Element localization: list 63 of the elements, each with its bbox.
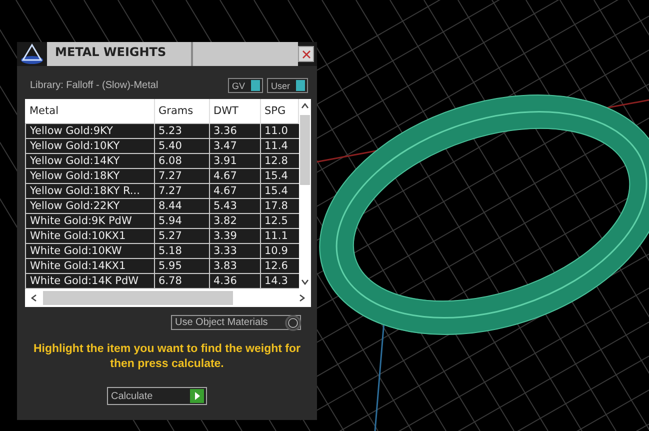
table-cell: White Gold:14KX1 [26,258,154,274]
calculate-button[interactable]: Calculate [107,387,207,405]
scroll-left-icon[interactable] [31,294,37,302]
table-cell: White Gold:10KW [26,244,154,258]
table-cell: Yellow Gold:18KY R... [26,184,154,198]
close-icon [302,50,310,58]
table-cell: 8.44 [154,198,209,214]
window-title: METAL WEIGHTS [47,42,193,66]
library-label: Library: Falloff - (Slow)-Metal [30,80,158,91]
table-cell: 12.5 [260,214,299,228]
table-cell: 6.78 [154,274,209,288]
table-cell: 14.3 [260,274,299,288]
table-cell: 5.94 [154,214,209,228]
column-header[interactable]: DWT [209,99,260,124]
instruction-text: Highlight the item you want to find the weight for then press calculate. [32,342,302,372]
table-cell: 4.67 [209,184,260,198]
table-cell: 3.83 [209,258,260,274]
table-cell: 3.91 [209,154,260,168]
table-cell: 3.47 [209,138,260,154]
table-cell: White Gold:10KX1 [26,228,154,244]
table-cell: 12.6 [260,258,299,274]
scroll-right-icon[interactable] [299,294,305,302]
play-icon [190,389,204,403]
close-button[interactable] [298,46,314,62]
table-cell: 3.36 [209,124,260,138]
table-cell: 11.1 [260,228,299,244]
table-cell: 15.4 [260,184,299,198]
table-cell: 5.23 [154,124,209,138]
table-cell: 12.8 [260,154,299,168]
table-cell: Yellow Gold:18KY [26,168,154,184]
table-cell: Yellow Gold:9KY [26,124,154,138]
pyramid-icon [19,43,45,65]
table-cell: 10.9 [260,244,299,258]
table-cell: 11.0 [260,124,299,138]
table-cell: 7.27 [154,184,209,198]
table-cell: 5.18 [154,244,209,258]
table-cell: 3.33 [209,244,260,258]
table-cell: White Gold:9K PdW [26,214,154,228]
table-cell: 4.67 [209,168,260,184]
table-cell: 3.39 [209,228,260,244]
table-cell: 15.4 [260,168,299,184]
table-cell: 4.36 [209,274,260,288]
table-cell: 5.27 [154,228,209,244]
table-cell: Yellow Gold:14KY [26,154,154,168]
column-header[interactable]: Grams [154,99,209,124]
table-cell: Yellow Gold:10KY [26,138,154,154]
toggle-button[interactable]: User [266,78,308,93]
use-object-materials-toggle[interactable]: Use Object Materials [171,315,301,330]
table-cell: 11.4 [260,138,299,154]
table-cell: Yellow Gold:22KY [26,198,154,214]
table-cell: 5.95 [154,258,209,274]
column-header[interactable]: SPG [260,99,299,124]
table-cell: 6.08 [154,154,209,168]
table-cell: 5.40 [154,138,209,154]
toggle-button[interactable]: GV [228,78,263,93]
column-header[interactable]: Metal [26,99,154,124]
table-cell: 3.82 [209,214,260,228]
table-cell: 17.8 [260,198,299,214]
table-cell: White Gold:14K PdW [26,274,154,288]
table-cell: 7.27 [154,168,209,184]
table-cell: 5.43 [209,198,260,214]
scroll-up-icon[interactable] [301,103,310,109]
scroll-down-icon[interactable] [301,279,310,285]
